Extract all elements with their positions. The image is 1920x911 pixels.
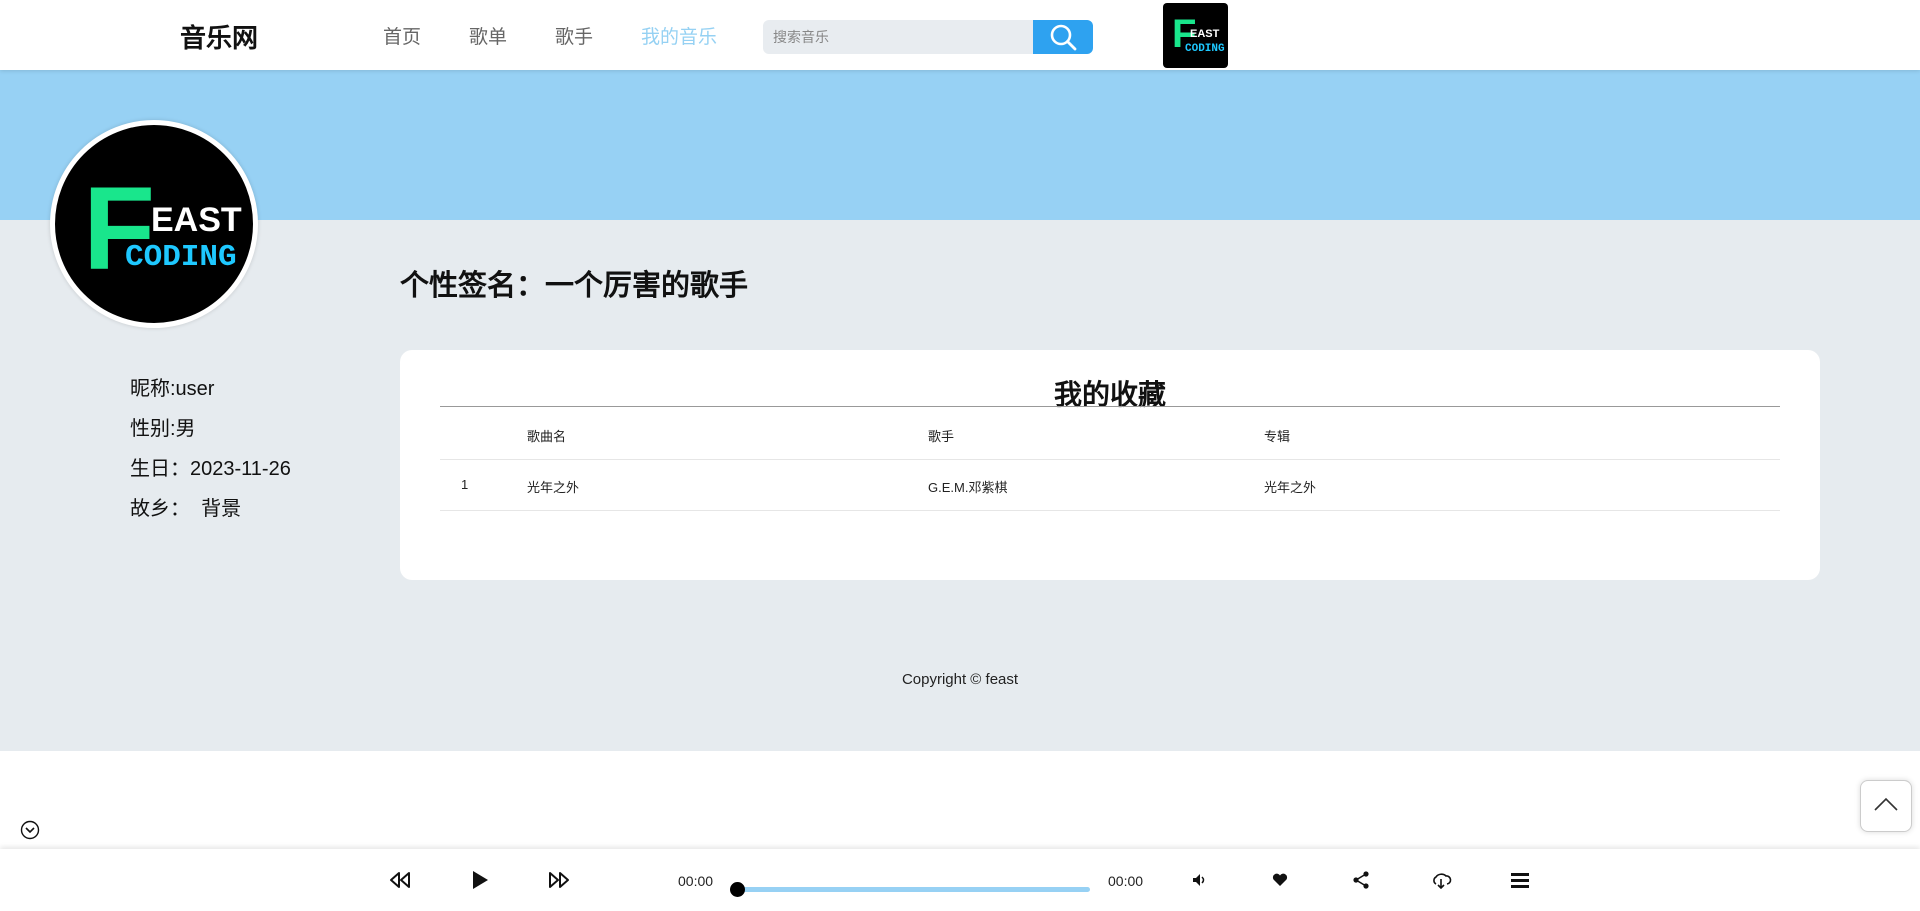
heart-icon: [1272, 873, 1288, 886]
logo-line1: EAST: [1190, 28, 1220, 40]
avatar-big-letter: F: [83, 163, 155, 295]
profile-nickname: 昵称:user: [130, 378, 215, 400]
search-icon: [1050, 24, 1077, 51]
footer-copyright: Copyright © feast: [901, 671, 1019, 688]
back-to-top-button[interactable]: [1860, 780, 1912, 832]
like-button[interactable]: [1272, 873, 1288, 892]
playlist-icon: [1511, 873, 1529, 888]
avatar-logo: F EAST CODING: [83, 163, 242, 295]
table-row-divider: [440, 510, 1780, 511]
feast-coding-logo: F EAST CODING: [1172, 12, 1225, 56]
download-icon: [1433, 873, 1452, 890]
logo-line2: CODING: [1185, 43, 1225, 55]
download-button[interactable]: [1430, 871, 1452, 894]
nav-my-music[interactable]: 我的音乐: [641, 22, 717, 49]
nav-playlists[interactable]: 歌单: [469, 22, 507, 49]
playlist-button[interactable]: [1511, 872, 1529, 893]
collapse-player-button[interactable]: [20, 820, 40, 845]
play-icon: [473, 871, 488, 889]
row-artist[interactable]: G.E.M.邓紫棋: [928, 477, 1007, 496]
fast-forward-icon: [549, 872, 569, 888]
favorites-title-divider: [440, 406, 1780, 407]
profile-banner: [0, 70, 1920, 220]
profile-hometown: 故乡： 背景: [130, 498, 242, 520]
progress-bar[interactable]: [737, 887, 1090, 892]
column-header-album[interactable]: 专辑: [1264, 426, 1290, 445]
search-input[interactable]: [763, 20, 1033, 54]
play-button[interactable]: [471, 870, 489, 895]
column-header-artist[interactable]: 歌手: [928, 426, 954, 445]
search-button[interactable]: [1033, 20, 1093, 54]
player-bar: 00:00 00:00: [0, 849, 1920, 911]
profile-birthday: 生日：2023-11-26: [130, 458, 291, 480]
previous-button[interactable]: [389, 871, 411, 894]
next-button[interactable]: [548, 871, 570, 894]
volume-icon: [1193, 874, 1205, 886]
table-header-divider: [440, 459, 1780, 460]
avatar[interactable]: F EAST CODING: [50, 120, 258, 328]
top-navbar: 音乐网 首页 歌单 歌手 我的音乐 F EAST CODING: [0, 0, 1920, 70]
row-index: 1: [461, 477, 469, 492]
nav-home[interactable]: 首页: [383, 22, 421, 49]
profile-gender: 性别:男: [130, 418, 196, 440]
avatar-line2: CODING: [125, 240, 237, 275]
favorites-card: 我的收藏 歌曲名 歌手 专辑 1 光年之外 G.E.M.邓紫棋 光年之外: [400, 350, 1820, 580]
progress-handle[interactable]: [730, 882, 745, 897]
collapse-chevron-icon: [20, 820, 40, 840]
favorites-title: 我的收藏: [1053, 379, 1166, 410]
row-song-name[interactable]: 光年之外: [527, 477, 579, 496]
row-album[interactable]: 光年之外: [1264, 477, 1316, 496]
rewind-icon: [390, 872, 410, 888]
profile-signature: 个性签名：一个厉害的歌手: [400, 270, 749, 302]
avatar-line1: EAST: [151, 201, 242, 239]
column-header-song[interactable]: 歌曲名: [527, 426, 566, 445]
current-time: 00:00: [678, 873, 714, 889]
volume-button[interactable]: [1192, 873, 1208, 892]
total-time: 00:00: [1108, 873, 1144, 889]
site-title[interactable]: 音乐网: [180, 18, 258, 55]
nav-singers[interactable]: 歌手: [555, 22, 593, 49]
share-button[interactable]: [1352, 871, 1370, 894]
back-to-top-icon: [1874, 797, 1898, 811]
share-icon: [1353, 871, 1369, 889]
header-logo[interactable]: F EAST CODING: [1163, 3, 1228, 68]
